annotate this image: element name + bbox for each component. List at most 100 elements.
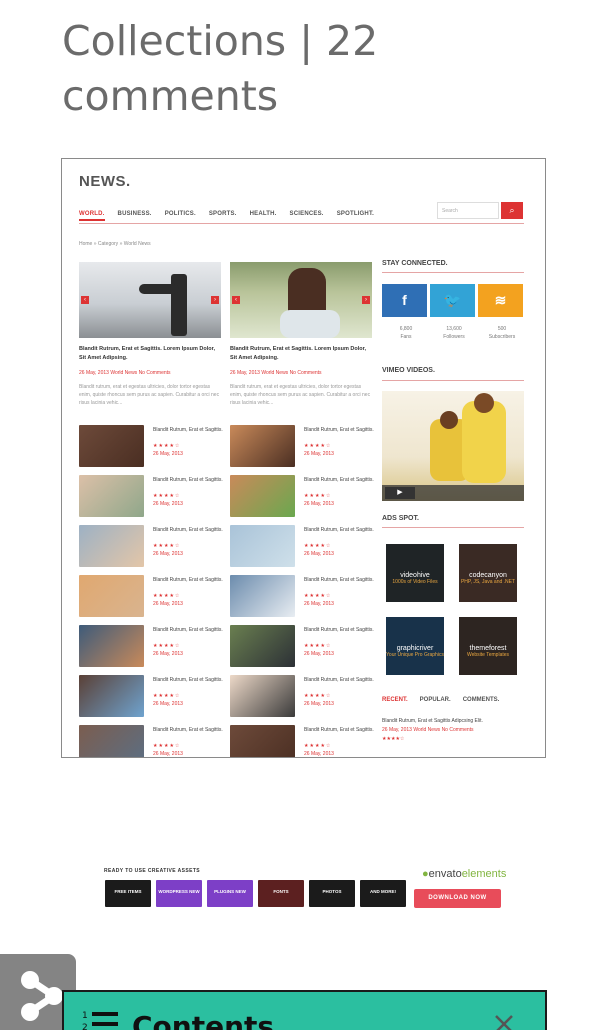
- item-date: 26 May, 2013: [304, 651, 334, 657]
- ad-sub: Website Templates: [466, 652, 510, 658]
- facebook-icon: f: [382, 284, 427, 317]
- thumbnail-image: [230, 475, 295, 517]
- banner-tagline: READY TO USE CREATIVE ASSETS: [104, 868, 201, 874]
- recent-meta: 26 May, 2013 World News No Comments: [382, 727, 474, 733]
- chevron-right-icon: ›: [362, 296, 370, 304]
- item-title: Blandit Rutrum, Erat et Sagittis.: [304, 727, 374, 733]
- item-date: 26 May, 2013: [304, 451, 334, 457]
- thumbnail-image: [79, 575, 144, 617]
- social-count: 6,800: [399, 326, 413, 332]
- ad-name: graphicriver: [396, 645, 434, 652]
- hero-meta: 26 May, 2013 World News No Comments: [79, 370, 171, 376]
- banner-tiles: FREE ITEMS WORDPRESS NEW PLUGINS NEW FON…: [105, 880, 406, 907]
- item-date: 26 May, 2013: [153, 451, 183, 457]
- ad-themeforest: themeforest Website Templates: [459, 617, 517, 675]
- social-buttons: f 🐦 ≋: [382, 284, 523, 317]
- svg-text:2: 2: [82, 1023, 88, 1030]
- news-template-screenshot: NEWS. WORLD. BUSINESS. POLITICS. SPORTS.…: [61, 158, 546, 758]
- item-date: 26 May, 2013: [304, 701, 334, 707]
- twitter-icon: 🐦: [430, 284, 475, 317]
- thumbnail-image: [230, 725, 295, 757]
- item-title: Blandit Rutrum, Erat et Sagittis.: [153, 727, 223, 733]
- list-item: Blandit Rutrum, Erat et Sagittis. ★★★★☆ 26…: [79, 625, 223, 669]
- item-title: Blandit Rutrum, Erat et Sagittis.: [153, 577, 223, 583]
- nav-divider: [79, 223, 524, 224]
- item-stars: ★★★★☆: [304, 643, 332, 649]
- item-date: 26 May, 2013: [153, 501, 183, 507]
- list-icon: 1 2: [82, 1011, 118, 1030]
- contents-label: Contents: [132, 1010, 275, 1030]
- list-item: Blandit Rutrum, Erat et Sagittis. ★★★★☆ 26…: [230, 725, 374, 757]
- thumbnail-image: [230, 575, 295, 617]
- recent-title: Blandit Rutrum, Erat et Sagittis Adipcsi…: [382, 718, 483, 724]
- banner-tile: FREE ITEMS: [105, 880, 151, 907]
- list-item: Blandit Rutrum, Erat et Sagittis. ★★★★☆ 26…: [230, 675, 374, 719]
- item-stars: ★★★★☆: [153, 493, 181, 499]
- item-stars: ★★★★☆: [153, 593, 181, 599]
- item-title: Blandit Rutrum, Erat et Sagittis.: [153, 677, 223, 683]
- video-thumbnail: ▶: [382, 391, 524, 501]
- item-title: Blandit Rutrum, Erat et Sagittis.: [153, 477, 223, 483]
- thumbnail-image: [79, 525, 144, 567]
- breadcrumb: Home » Category » World News: [79, 241, 151, 247]
- envato-logo: ●envatoelements: [422, 868, 507, 880]
- svg-text:1: 1: [82, 1011, 88, 1021]
- news-search-field: Search: [437, 202, 499, 219]
- thumbnail-image: [230, 625, 295, 667]
- item-date: 26 May, 2013: [153, 651, 183, 657]
- stay-connected-heading: STAY CONNECTED.: [382, 260, 448, 267]
- sidebar-tabs: RECENT. POPULAR. COMMENTS.: [382, 697, 499, 703]
- nav-health: HEALTH.: [249, 211, 277, 217]
- recent-post: Blandit Rutrum, Erat et Sagittis Adipcsi…: [382, 717, 524, 744]
- hero-title: Blandit Rutrum, Erat et Sagittis. Lorem …: [230, 346, 366, 361]
- item-stars: ★★★★☆: [153, 443, 181, 449]
- item-title: Blandit Rutrum, Erat et Sagittis.: [304, 527, 374, 533]
- item-date: 26 May, 2013: [153, 751, 183, 757]
- item-stars: ★★★★☆: [304, 693, 332, 699]
- item-date: 26 May, 2013: [304, 501, 334, 507]
- item-date: 26 May, 2013: [304, 751, 334, 757]
- side-divider: [382, 272, 524, 273]
- list-item: Blandit Rutrum, Erat et Sagittis. ★★★★☆ 26…: [79, 475, 223, 519]
- ad-sub: Your Unique Pro Graphics: [386, 652, 444, 658]
- item-stars: ★★★★☆: [304, 543, 332, 549]
- tab-popular: POPULAR.: [419, 697, 451, 703]
- nav-sciences: SCIENCES.: [289, 211, 324, 217]
- item-title: Blandit Rutrum, Erat et Sagittis.: [304, 677, 374, 683]
- search-icon: ⌕: [501, 202, 523, 219]
- banner-tile: PLUGINS NEW: [207, 880, 253, 907]
- banner-tile: PHOTOS: [309, 880, 355, 907]
- table-of-contents-bar[interactable]: 1 2 Contents: [62, 990, 547, 1030]
- list-item: Blandit Rutrum, Erat et Sagittis. ★★★★☆ 26…: [230, 475, 374, 519]
- list-item: Blandit Rutrum, Erat et Sagittis. ★★★★☆ 26…: [79, 575, 223, 619]
- side-divider: [382, 380, 524, 381]
- list-item: Blandit Rutrum, Erat et Sagittis. ★★★★☆ 26…: [230, 625, 374, 669]
- item-stars: ★★★★☆: [304, 593, 332, 599]
- list-item: Blandit Rutrum, Erat et Sagittis. ★★★★☆ 26…: [79, 525, 223, 569]
- thumbnail-image: [79, 675, 144, 717]
- hero-excerpt: Blandit rutrum, erat et egestas ultricie…: [230, 384, 371, 406]
- list-item: Blandit Rutrum, Erat et Sagittis. ★★★★☆ 26…: [79, 425, 223, 469]
- news-brand: NEWS.: [79, 173, 131, 190]
- hero-image-businessman: ‹ ›: [79, 262, 221, 338]
- item-title: Blandit Rutrum, Erat et Sagittis.: [304, 577, 374, 583]
- item-stars: ★★★★☆: [304, 743, 332, 749]
- banner-tile: WORDPRESS NEW: [156, 880, 202, 907]
- list-item: Blandit Rutrum, Erat et Sagittis. ★★★★☆ 26…: [230, 525, 374, 569]
- thumbnail-image: [79, 625, 144, 667]
- list-item: Blandit Rutrum, Erat et Sagittis. ★★★★☆ 26…: [230, 575, 374, 619]
- tab-comments: COMMENTS.: [462, 697, 500, 703]
- item-title: Blandit Rutrum, Erat et Sagittis.: [304, 627, 374, 633]
- page-title: Collections | 22 comments: [62, 17, 379, 120]
- hero-excerpt: Blandit rutrum, erat et egestas ultricie…: [79, 384, 220, 406]
- ad-sub: PHP, JS, Java and .NET: [460, 579, 516, 585]
- item-date: 26 May, 2013: [304, 601, 334, 607]
- item-title: Blandit Rutrum, Erat et Sagittis.: [153, 627, 223, 633]
- envato-banner-ad[interactable]: READY TO USE CREATIVE ASSETS FREE ITEMS …: [104, 864, 507, 914]
- item-title: Blandit Rutrum, Erat et Sagittis.: [153, 527, 223, 533]
- item-stars: ★★★★☆: [153, 743, 181, 749]
- download-now-button[interactable]: DOWNLOAD NOW: [414, 889, 501, 908]
- social-count: 500: [497, 326, 507, 332]
- list-item: Blandit Rutrum, Erat et Sagittis. ★★★★☆ 26…: [79, 675, 223, 719]
- close-icon[interactable]: [492, 1012, 516, 1030]
